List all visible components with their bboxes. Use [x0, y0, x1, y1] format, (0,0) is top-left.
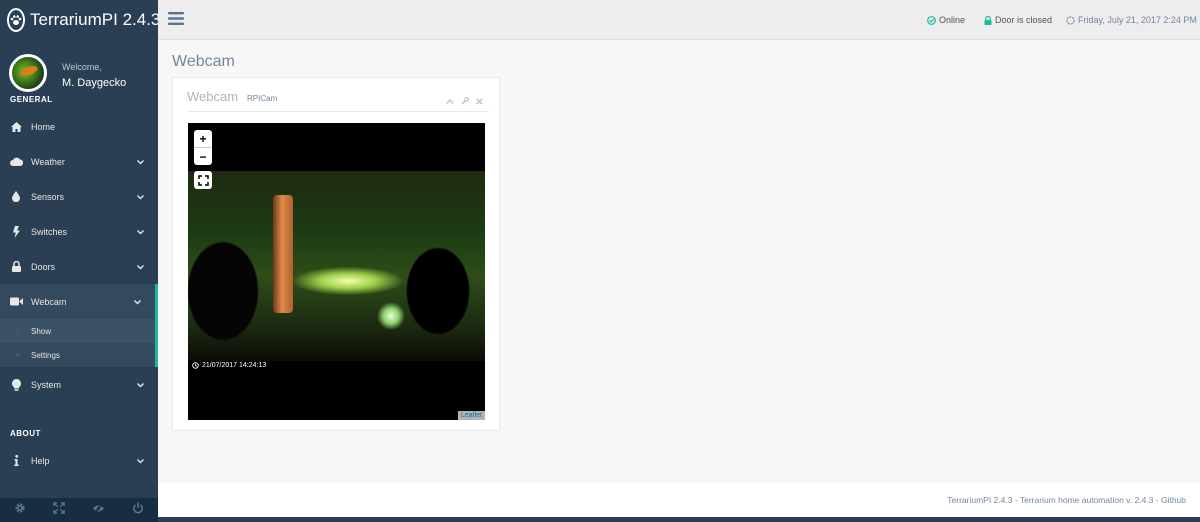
panel-title: Webcam [187, 89, 239, 104]
clock-icon [192, 362, 199, 369]
sidebar-item-label: Weather [31, 156, 65, 167]
sidebar: TerrariumPI 2.4.3 Welcome, M. Daygecko G… [0, 0, 161, 522]
sidebar-item-sensors[interactable]: Sensors [0, 179, 158, 214]
zoom-control: + − [194, 130, 212, 165]
bottom-bar [158, 517, 1200, 522]
lock-icon [9, 261, 23, 272]
welcome-text: Welcome, [62, 62, 102, 72]
webcam-image [188, 171, 485, 361]
page-title: Webcam [172, 53, 235, 70]
username: M. Daygecko [62, 77, 127, 89]
sidebar-item-help[interactable]: Help [0, 443, 158, 478]
panel-tools [446, 92, 483, 110]
menu-toggle-icon[interactable] [168, 11, 184, 31]
sidebar-item-home[interactable]: Home [0, 109, 158, 144]
panel-subtitle: RPICam [247, 94, 278, 103]
sidebar-item-label: System [31, 379, 62, 390]
webcam-map[interactable]: + − 21/07/2017 14:24:13 Leaflet [188, 123, 485, 420]
page-footer: TerrariumPI 2.4.3 - Terrarium home autom… [158, 483, 1200, 517]
power-off-icon[interactable] [132, 501, 144, 519]
sidebar-item-label: Switches [31, 226, 68, 237]
timestamp-label: 21/07/2017 14:24:13 [202, 362, 267, 369]
close-icon[interactable] [476, 92, 483, 110]
sidebar-item-system[interactable]: System [0, 367, 158, 402]
brand[interactable]: TerrariumPI 2.4.3 [0, 0, 161, 40]
chevron-down-icon [137, 456, 144, 466]
sidebar-item-label: Webcam [31, 296, 67, 307]
sidebar-item-label: Sensors [31, 191, 65, 202]
online-label: Online [939, 15, 966, 25]
info-icon [9, 455, 23, 466]
zoom-in-button[interactable]: + [194, 130, 212, 147]
spinner-icon [1066, 15, 1075, 25]
avatar [9, 54, 47, 92]
eye-slash-icon[interactable] [92, 501, 105, 519]
footer-text: TerrariumPI 2.4.3 - Terrarium home autom… [947, 495, 1186, 505]
sidebar-subitem-show[interactable]: Show [0, 319, 155, 343]
bullet-icon [16, 329, 20, 333]
lightbulb-icon [9, 378, 23, 391]
video-camera-icon [9, 297, 23, 306]
chevron-down-icon [137, 192, 144, 202]
zoom-out-button[interactable]: − [194, 148, 212, 165]
paw-icon [7, 8, 25, 32]
bolt-icon [9, 225, 23, 238]
cloud-icon [9, 157, 23, 166]
sidebar-item-label: Doors [31, 261, 56, 272]
sidebar-item-weather[interactable]: Weather [0, 144, 158, 179]
datetime-label: Friday, July 21, 2017 2:24 PM [1078, 15, 1197, 25]
chevron-down-icon [137, 262, 144, 272]
webcam-panel: Webcam RPICam + − 21/07/2017 14:24:13 Le… [172, 77, 500, 431]
sidebar-subitem-label: Show [31, 326, 52, 336]
sidebar-subitem-label: Settings [31, 350, 60, 360]
lock-icon [984, 15, 992, 25]
chevron-down-icon [134, 297, 141, 307]
section-about: ABOUT [10, 429, 41, 438]
main-menu: Home Weather Sensors Switches Doors Webc… [0, 109, 158, 402]
home-icon [9, 121, 23, 132]
collapse-icon[interactable] [446, 92, 454, 110]
chevron-down-icon [137, 227, 144, 237]
datetime: Friday, July 21, 2017 2:24 PM [1066, 15, 1197, 25]
sidebar-item-doors[interactable]: Doors [0, 249, 158, 284]
check-circle-icon [927, 15, 936, 25]
about-menu: Help [0, 443, 158, 478]
bamboo-stick [273, 195, 293, 313]
fullscreen-icon[interactable] [53, 501, 65, 519]
settings-icon[interactable] [14, 501, 26, 519]
leaflet-attribution[interactable]: Leaflet [457, 411, 485, 420]
online-status[interactable]: Online [927, 15, 965, 25]
door-status[interactable]: Door is closed [984, 15, 1052, 25]
door-label: Door is closed [995, 15, 1053, 25]
webcam-submenu: Show Settings [0, 319, 158, 367]
sidebar-footer [0, 498, 158, 522]
top-nav: Online Door is closed Friday, July 21, 2… [158, 0, 1200, 40]
chevron-down-icon [137, 157, 144, 167]
fullscreen-button[interactable] [194, 171, 212, 189]
webcam-timestamp: 21/07/2017 14:24:13 [192, 362, 266, 369]
sidebar-item-switches[interactable]: Switches [0, 214, 158, 249]
sidebar-item-label: Home [31, 121, 56, 132]
panel-divider [187, 111, 489, 112]
sidebar-item-webcam[interactable]: Webcam [0, 284, 158, 319]
chevron-down-icon [137, 380, 144, 390]
wrench-icon[interactable] [461, 92, 470, 110]
app-title: TerrariumPI 2.4.3 [30, 10, 161, 29]
section-general: GENERAL [10, 95, 53, 104]
sidebar-subitem-settings[interactable]: Settings [0, 343, 155, 367]
fullscreen-icon [197, 174, 209, 186]
tint-icon [9, 191, 23, 202]
bullet-icon [16, 353, 20, 357]
sidebar-item-label: Help [31, 455, 50, 466]
